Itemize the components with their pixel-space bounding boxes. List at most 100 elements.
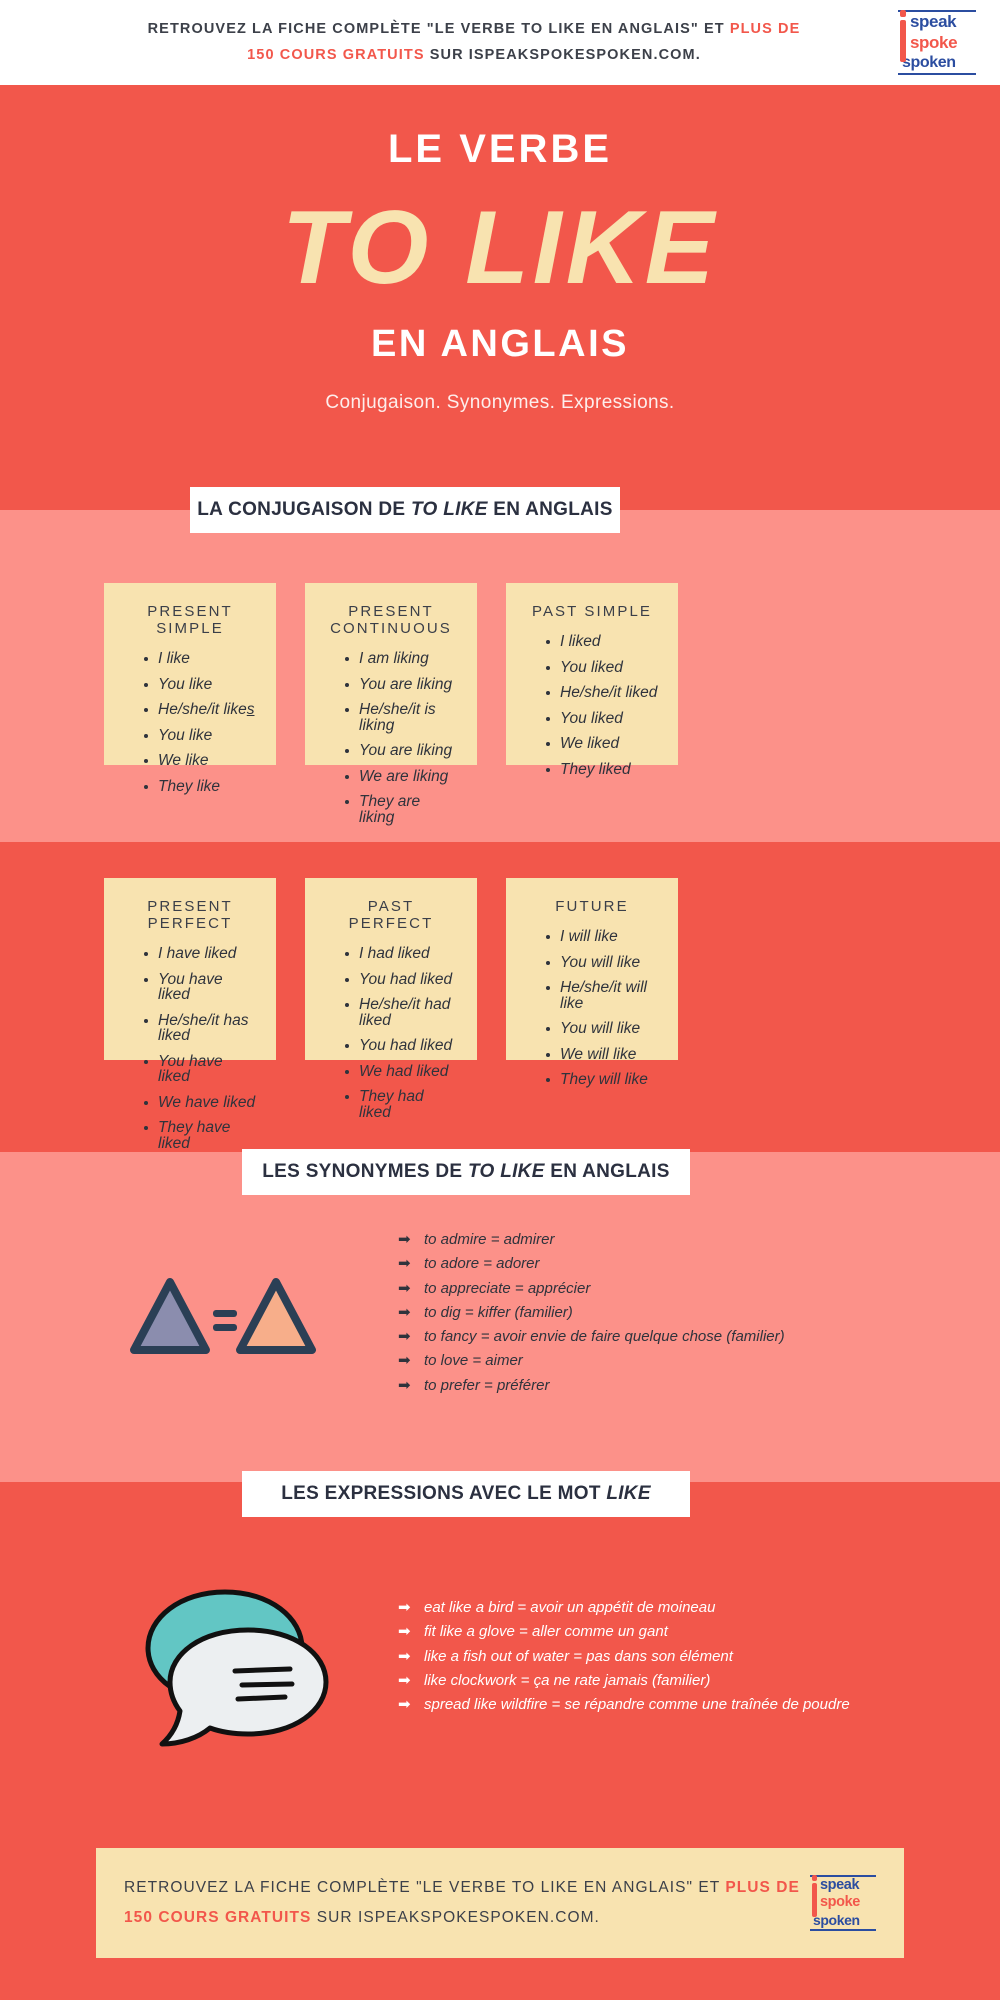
conjugation-card: PRESENT SIMPLE I like You like He/she/it… [104,583,276,794]
card-title: PAST SIMPLE [531,603,653,620]
arrow-right-icon: ➡ [398,1696,411,1714]
synonym-row: ➡ to love = aimer [398,1349,958,1373]
card-list-item: We have liked [144,1094,258,1121]
top-promo-bar: RETROUVEZ LA FICHE COMPLÈTE "LE VERBE TO… [0,0,1000,85]
banner-expr-pre: LES EXPRESSIONS AVEC LE MOT [281,1483,607,1504]
banner-conj-post: EN ANGLAIS [487,499,613,520]
logo-word-spoken: spoken [898,53,976,75]
arrow-right-icon: ➡ [398,1255,411,1273]
card-list: I had liked You had liked He/she/it had … [323,946,459,1130]
card-list-item: You will like [546,1021,660,1047]
card-list-item: They will like [546,1072,660,1098]
card-list-item: They are liking [345,794,459,835]
synonym-row: ➡ to admire = admirer [398,1228,958,1252]
card-list-item: You had liked [345,1038,459,1064]
card-list-item: We will like [546,1046,660,1073]
card-list-item: He/she/it will like [546,980,660,1021]
logo-word-spoken: spoken [810,1912,876,1932]
synonym-text: to fancy = avoir envie de faire quelque … [424,1328,785,1346]
arrow-right-icon: ➡ [398,1279,411,1297]
card-list-item: You liked [546,710,660,737]
expression-text: fit like a glove = aller comme un gant [424,1623,668,1641]
card-list-item: I liked [546,634,660,660]
footer-promo-box: RETROUVEZ LA FICHE COMPLÈTE "LE VERBE TO… [96,1848,904,1958]
logo-word-spoke: spoke [910,32,958,52]
card-list-item: He/she/it has liked [144,1012,258,1054]
card-list: I liked You liked He/she/it liked You li… [524,634,660,787]
expressions-list: ➡ eat like a bird = avoir un appétit de m… [398,1596,878,1717]
conjugation-card: PRESENT PERFECT I have liked You have li… [104,878,276,1151]
conjugation-card: PRESENT CONTINUOUS I am liking You are l… [305,583,477,825]
hero-subtitle: EN ANGLAIS [371,323,629,366]
expression-row: ➡ fit like a glove = aller comme un gant [398,1620,878,1644]
logo-i-stem [900,19,906,62]
card-list-item: He/she/it is liking [345,702,459,743]
section-banner-synonyms: LES SYNONYMES DE TO LIKE EN ANGLAIS [242,1149,690,1195]
expression-text: spread like wildfire = se répandre comme… [424,1696,850,1714]
card-list-item: We had liked [345,1063,459,1090]
card-list-item: He/she/it liked [546,685,660,711]
card-list-item: They like [144,778,258,805]
expression-text: eat like a bird = avoir un appétit de mo… [424,1599,716,1616]
card-list-item: I am liking [345,651,459,677]
expression-row: ➡ eat like a bird = avoir un appétit de m… [398,1596,878,1620]
card-list-item: You have liked [144,1053,258,1095]
card-list-item: I like [144,651,258,677]
banner-syn-em: TO LIKE [467,1161,545,1182]
top-promo-line1-plain: RETROUVEZ LA FICHE COMPLÈTE "LE VERBE TO… [147,21,730,38]
ispeakspokespoken-logo-footer[interactable]: speak spoke spoken [810,1872,876,1934]
card-list-item: He/she/it likes [144,702,258,728]
section-banner-conjugation: LA CONJUGAISON DE TO LIKE EN ANGLAIS [190,487,620,533]
logo-i-dot [900,9,906,17]
synonym-text: to love = aimer [424,1352,523,1370]
hero-section: LE VERBE TO LIKE EN ANGLAIS Conjugaison.… [0,85,1000,510]
card-list-item: You liked [546,659,660,686]
card-list-item: You are liking [345,676,459,703]
logo-word-spoke: spoke [820,1894,860,1911]
synonym-text: to prefer = préférer [424,1376,550,1394]
speech-bubbles-icon [130,1578,330,1748]
arrow-right-icon: ➡ [398,1623,411,1641]
banner-conj-pre: LA CONJUGAISON DE [197,499,411,520]
expression-text: like clockwork = ça ne rate jamais (fami… [424,1671,711,1689]
expression-row: ➡ like clockwork = ça ne rate jamais (fam… [398,1669,878,1693]
arrow-right-icon: ➡ [398,1352,411,1370]
card-list-item: You have liked [144,971,258,1013]
card-list-item: You like [144,727,258,754]
expression-text: like a fish out of water = pas dans son … [424,1647,733,1665]
hero-tagline: Conjugaison. Synonymes. Expressions. [325,392,675,414]
hero-kicker: LE VERBE [387,127,613,171]
card-list-item: I have liked [144,946,258,972]
arrow-right-icon: ➡ [398,1599,411,1616]
card-list-item: We like [144,753,258,779]
equals-triangles-icon [128,1268,318,1368]
card-list: I will like You will like He/she/it will… [524,929,660,1098]
card-list-item: He/she/it had liked [345,997,459,1038]
card-list-item: We are liking [345,768,459,795]
synonym-text: to admire = admirer [424,1231,555,1248]
top-promo-line1-accent: PLUS DE [729,21,801,38]
card-title: PRESENT PERFECT [147,898,233,932]
logo-i-dot [812,1875,817,1881]
synonym-text: to appreciate = apprécier [424,1279,591,1297]
ispeakspokespoken-logo[interactable]: speak spoke spoken [898,7,976,79]
synonym-text: to adore = adorer [424,1255,540,1273]
logo-word-speak: speak [898,10,976,33]
synonym-row: ➡ to prefer = préférer [398,1374,958,1398]
banner-syn-pre: LES SYNONYMES DE [262,1161,468,1182]
card-title: PRESENT CONTINUOUS [330,603,452,637]
section-banner-expressions: LES EXPRESSIONS AVEC LE MOT LIKE [242,1471,690,1517]
footer-text-a: RETROUVEZ LA FICHE COMPLÈTE "LE VERBE TO… [124,1878,726,1896]
synonym-text: to dig = kiffer (familier) [424,1303,573,1321]
arrow-right-icon: ➡ [398,1303,411,1321]
card-list: I have liked You have liked He/she/it ha… [122,946,258,1161]
card-list-item: You are liking [345,743,459,769]
page-title: TO LIKE [281,190,719,306]
synonym-row: ➡ to adore = adorer [398,1252,958,1276]
card-list-item: You had liked [345,971,459,998]
arrow-right-icon: ➡ [398,1328,411,1346]
card-list: I like You like He/she/it likes You like… [122,651,258,804]
card-item-underlined-suffix: s [246,701,255,718]
footer-text-c: SUR ISPEAKSPOKESPOKEN.COM. [311,1909,600,1926]
synonyms-list: ➡ to admire = admirer ➡ to adore = adorer … [398,1228,958,1398]
